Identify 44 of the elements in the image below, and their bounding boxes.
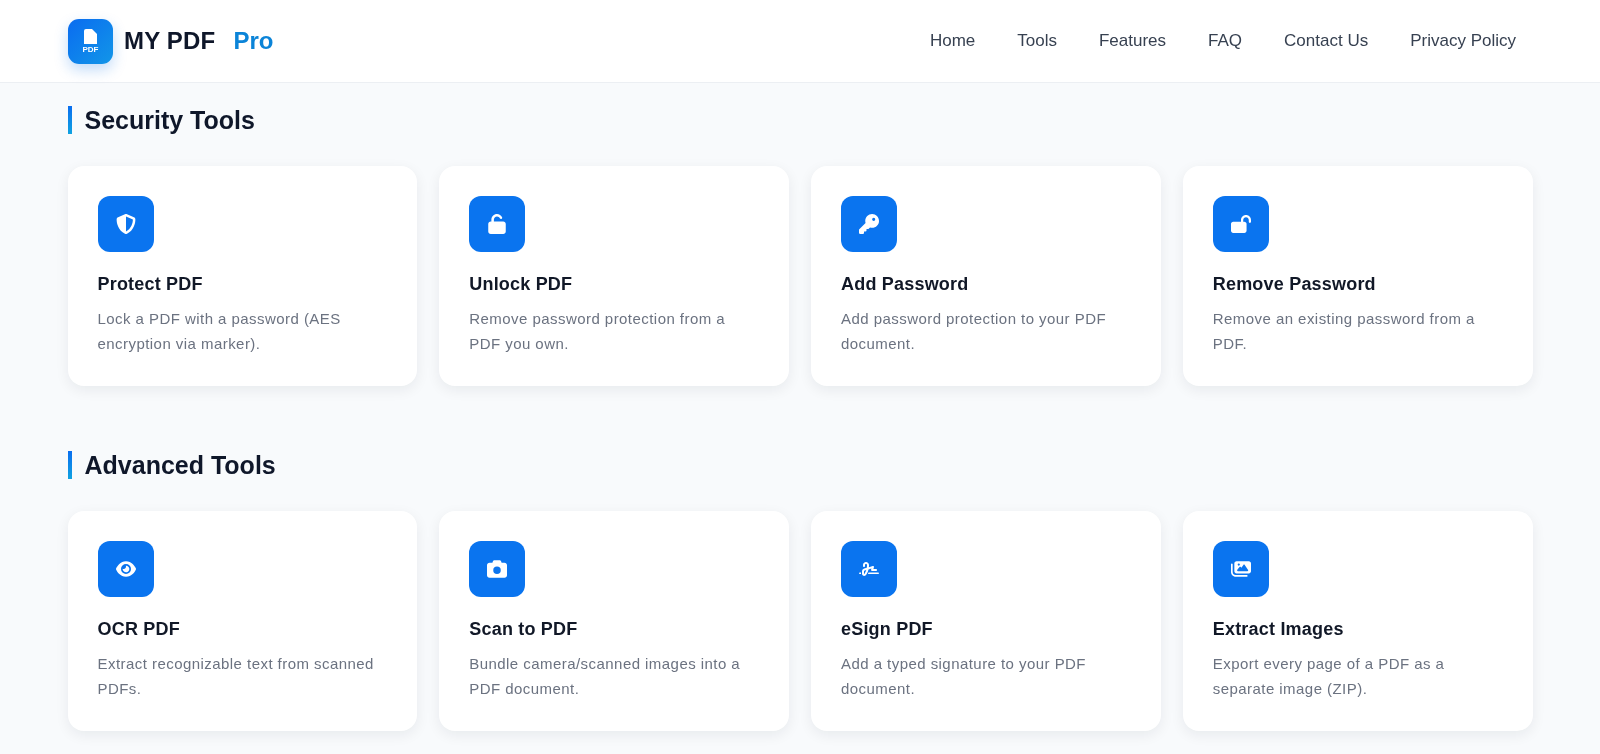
key-icon xyxy=(841,196,897,252)
tool-title: Remove Password xyxy=(1212,273,1377,296)
pictures-icon xyxy=(1212,541,1269,597)
tool-card[interactable]: Remove Password Remove an existing password from a PDF. xyxy=(1182,166,1533,386)
tool-description: Add password protection to your PDF document. xyxy=(841,309,1108,354)
tool-description: Extract recognizable text from scanned PDFs. xyxy=(97,654,375,699)
tool-title: Scan to PDF xyxy=(469,618,579,641)
tool-title: Unlock PDF xyxy=(469,273,574,296)
nav-link[interactable]: Tools xyxy=(1017,31,1057,51)
logo-badge-text: PDF xyxy=(82,44,99,54)
tool-title: Protect PDF xyxy=(97,273,204,296)
tool-description: Lock a PDF with a password (AES encryption via marker). xyxy=(97,309,342,354)
nav-link[interactable]: Features xyxy=(1099,31,1167,51)
document-icon xyxy=(84,28,97,44)
camera-icon xyxy=(469,541,526,597)
tool-card[interactable]: Extract Images Export every page of a PDF as a separate image (ZIP). xyxy=(1182,511,1533,731)
shield-icon xyxy=(97,196,154,252)
tool-card[interactable]: Unlock PDF Remove password protection from a PDF you own. xyxy=(439,166,789,386)
tool-title: OCR PDF xyxy=(97,618,181,641)
open-padlock-icon xyxy=(469,196,526,252)
nav-link[interactable]: Privacy Policy xyxy=(1410,31,1516,51)
tool-title: Add Password xyxy=(841,273,970,296)
tool-card[interactable]: Add Password Add password protection to your PDF document. xyxy=(811,166,1161,386)
section-title: Advanced Tools xyxy=(67,451,1533,479)
section-title: Security Tools xyxy=(67,106,1533,134)
nav-link[interactable]: Home xyxy=(929,31,976,51)
nav-link[interactable]: Contact Us xyxy=(1284,31,1369,51)
tool-description: Remove an existing password from a PDF. xyxy=(1212,309,1476,354)
brand-name: MY PDF xyxy=(124,27,216,55)
nav-link[interactable]: FAQ xyxy=(1208,31,1243,51)
tool-description: Remove password protection from a PDF you own. xyxy=(469,309,727,354)
tool-description: Bundle camera/scanned images into a PDF document. xyxy=(469,654,742,699)
tool-title: eSign PDF xyxy=(841,618,934,641)
tool-description: Add a typed signature to your PDF document. xyxy=(841,654,1087,699)
tool-card[interactable]: OCR PDF Extract recognizable text from scanned PDFs. xyxy=(67,511,418,731)
tool-card[interactable]: Scan to PDF Bundle camera/scanned images into a PDF document. xyxy=(439,511,789,731)
tool-description: Export every page of a PDF as a separate image (ZIP). xyxy=(1212,654,1446,699)
tool-card[interactable]: eSign PDF Add a typed signature to your PDF document. xyxy=(811,511,1161,731)
brand-suffix: Pro xyxy=(233,27,274,55)
tool-card[interactable]: Protect PDF Lock a PDF with a password (AES encryption via marker). xyxy=(67,166,418,386)
eye-icon xyxy=(97,541,154,597)
open-padlock-icon xyxy=(1212,196,1269,252)
tool-title: Extract Images xyxy=(1212,618,1345,641)
signature-icon xyxy=(841,541,897,597)
